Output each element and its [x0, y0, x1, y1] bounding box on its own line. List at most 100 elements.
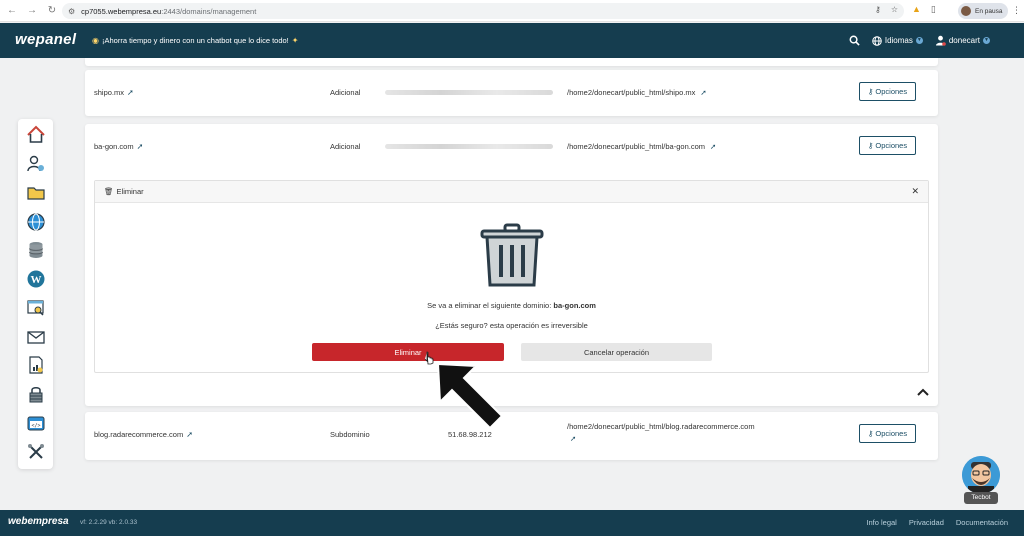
external-link-icon[interactable]: ➚	[127, 88, 134, 97]
user-icon	[935, 35, 946, 46]
footer-link-docs[interactable]: Documentación	[956, 518, 1008, 527]
sidebar-item-tools[interactable]	[24, 440, 48, 463]
user-settings-icon	[26, 155, 44, 172]
options-button[interactable]: ⚷ Opciones	[859, 136, 916, 155]
sparkle-icon: ✦	[291, 36, 299, 45]
folder-icon	[26, 187, 45, 200]
chatbot-button[interactable]: Tecbot	[960, 456, 1002, 506]
domain-card: blog.radarecommerce.com ➚ Subdominio 51.6…	[85, 412, 938, 460]
user-menu[interactable]: donecart ▼	[935, 35, 990, 46]
options-button[interactable]: ⚷ Opciones	[859, 424, 916, 443]
domain-path: /home2/donecart/public_html/ba-gon.com ➚	[567, 141, 717, 151]
key-icon: ⚷	[867, 141, 874, 150]
sidebar-item-stats[interactable]	[24, 354, 48, 377]
language-menu[interactable]: Idiomas ▼	[872, 35, 923, 46]
bookmark-star-icon[interactable]: ☆	[891, 5, 898, 14]
sidebar-item-email[interactable]	[24, 325, 48, 348]
robot-icon: ◉	[92, 36, 99, 45]
extension-icon[interactable]: ▲	[912, 4, 921, 15]
mouse-cursor-icon	[424, 351, 434, 367]
trash-icon	[479, 223, 545, 291]
domain-type: Subdominio	[330, 429, 370, 439]
sidebar-item-files[interactable]	[24, 182, 48, 205]
external-link-icon[interactable]: ➚	[137, 142, 144, 151]
report-icon	[28, 356, 43, 374]
redacted-value	[385, 144, 553, 149]
wordpress-icon: W	[27, 270, 44, 288]
domain-path: /home2/donecart/public_html/shipo.mx ➚	[567, 87, 707, 97]
mail-icon	[26, 330, 45, 344]
domain-link[interactable]: blog.radarecommerce.com ➚	[94, 430, 193, 439]
sidebar-item-home[interactable]	[24, 124, 48, 147]
site-info-icon[interactable]: ⚙	[68, 7, 75, 16]
options-button[interactable]: ⚷ Opciones	[859, 82, 916, 101]
chevron-down-icon: ▼	[983, 37, 990, 44]
home-icon	[26, 125, 45, 144]
cancel-button[interactable]: Cancelar operación	[521, 343, 712, 361]
sidebar-item-developer[interactable]: </>	[24, 412, 48, 435]
sidebar-item-users[interactable]	[24, 153, 48, 176]
svg-text:W: W	[30, 274, 41, 286]
avatar	[961, 6, 971, 16]
promo-text: ¡Ahorra tiempo y dinero con un chatbot q…	[101, 36, 289, 45]
menu-icon[interactable]: ⋮	[1012, 5, 1021, 16]
back-icon[interactable]: ←	[4, 3, 20, 19]
sidebar-item-wordpress[interactable]: W	[24, 268, 48, 291]
delete-panel-header: 🗑 Eliminar ✕	[95, 181, 928, 203]
chevron-down-icon: ▼	[915, 37, 923, 44]
address-bar[interactable]: ⚙ cp7055.webempresa.eu:2443/domains/mana…	[62, 3, 904, 19]
puzzle-icon[interactable]: ▯	[931, 4, 936, 15]
close-icon[interactable]: ✕	[911, 186, 919, 197]
sidebar-item-domains[interactable]	[24, 210, 48, 233]
reload-icon[interactable]: ↻	[44, 3, 60, 19]
external-link-icon[interactable]: ➚	[710, 142, 716, 151]
profile-status: En pausa	[975, 7, 1003, 15]
external-link-icon[interactable]: ➚	[570, 434, 576, 443]
webempresa-logo[interactable]: webempresa	[8, 516, 69, 527]
table-row: blog.radarecommerce.com ➚ Subdominio 51.6…	[85, 422, 938, 444]
user-label: donecart	[948, 36, 980, 45]
profile-button[interactable]: En pausa	[958, 3, 1008, 19]
tecbot-avatar	[962, 456, 1000, 494]
delete-panel: 🗑 Eliminar ✕ Se va a eliminar el siguien…	[94, 180, 929, 373]
domain-card-prev	[85, 58, 938, 66]
delete-domain-name: ba-gon.com	[553, 301, 596, 310]
sidebar-item-seo[interactable]	[24, 297, 48, 320]
footer-link-privacy[interactable]: Privacidad	[909, 518, 944, 527]
globe-icon	[26, 213, 45, 231]
database-icon	[28, 242, 43, 259]
footer: webempresa vf: 2.2.29 vb: 2.0.33 Info le…	[0, 510, 1024, 536]
key-icon: ⚷	[867, 429, 874, 438]
code-window-icon: </>	[27, 416, 44, 431]
wepanel-logo[interactable]: wepanel	[15, 31, 76, 48]
domain-link[interactable]: ba-gon.com ➚	[94, 142, 143, 151]
domain-link[interactable]: shipo.mx ➚	[94, 88, 134, 97]
confirm-question: ¿Estás seguro? esta operación es irrever…	[435, 321, 588, 330]
key-icon[interactable]: ⚷	[875, 5, 881, 14]
delete-message: Se va a eliminar el siguiente dominio: b…	[427, 301, 596, 310]
domain-path: /home2/donecart/public_html/blog.radarec…	[567, 422, 755, 443]
svg-text:</>: </>	[31, 423, 40, 429]
domain-card: shipo.mx ➚ Adicional /home2/donecart/publ…	[85, 70, 938, 116]
promo-banner[interactable]: ◉ ¡Ahorra tiempo y dinero con un chatbot…	[92, 36, 298, 45]
forward-icon[interactable]: →	[24, 3, 40, 19]
table-row: shipo.mx ➚ Adicional /home2/donecart/publ…	[85, 82, 938, 102]
confirm-delete-button[interactable]: Eliminar	[312, 343, 504, 361]
external-link-icon[interactable]: ➚	[186, 430, 193, 439]
lock-icon	[29, 387, 42, 403]
globe-icon	[872, 35, 882, 46]
sidebar-item-databases[interactable]	[24, 239, 48, 262]
redacted-value	[385, 90, 553, 95]
pointer-arrow-icon	[436, 362, 506, 432]
chevron-up-icon[interactable]	[917, 387, 929, 399]
footer-link-legal[interactable]: Info legal	[866, 518, 896, 527]
sidebar-item-security[interactable]	[24, 383, 48, 406]
version-info: vf: 2.2.29 vb: 2.0.33	[80, 519, 138, 526]
delete-panel-title: Eliminar	[116, 187, 144, 196]
domain-type: Adicional	[330, 141, 361, 151]
table-row: ba-gon.com ➚ Adicional /home2/donecart/pu…	[85, 136, 938, 156]
domain-card: ba-gon.com ➚ Adicional /home2/donecart/pu…	[85, 124, 938, 406]
search-icon[interactable]	[849, 35, 860, 46]
external-link-icon[interactable]: ➚	[700, 88, 706, 97]
languages-label: Idiomas	[884, 36, 913, 45]
